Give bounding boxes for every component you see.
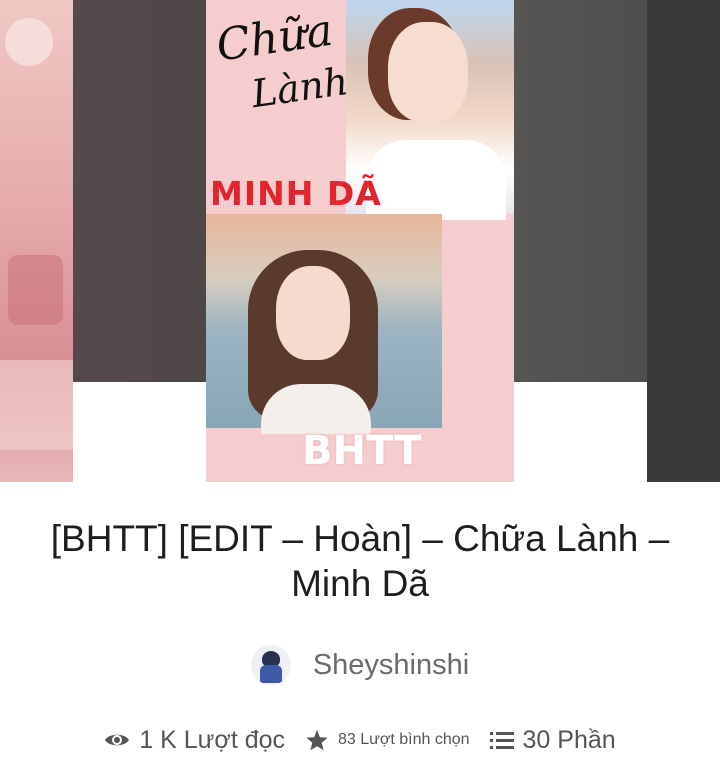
author-link[interactable]: Sheyshinshi <box>0 640 720 690</box>
next-cover[interactable] <box>647 0 720 482</box>
previous-cover[interactable] <box>0 0 73 482</box>
avatar[interactable] <box>250 645 291 685</box>
parts-count[interactable]: 30 Phần <box>523 726 616 755</box>
cover-carousel[interactable]: Chữa Lành MINH DÃ BHTT <box>0 0 720 482</box>
cover-decoration <box>0 360 73 450</box>
story-title: [BHTT] [EDIT – Hoàn] – Chữa Lành – Minh … <box>50 518 670 604</box>
cover-author-text: MINH DÃ <box>210 174 382 213</box>
cover-decoration <box>8 255 63 325</box>
eye-icon <box>105 734 130 746</box>
story-stats: 1 K Lượt đọc 83 Lượt bình chọn 30 Phần <box>0 720 720 760</box>
story-cover[interactable]: Chữa Lành MINH DÃ BHTT <box>206 0 514 482</box>
reads-stat: 1 K Lượt đọc <box>104 726 285 755</box>
author-name[interactable]: Sheyshinshi <box>313 649 469 682</box>
star-icon <box>306 729 328 750</box>
votes-count: 83 Lượt bình chọn <box>338 731 470 748</box>
cover-photo-bottom <box>206 214 442 434</box>
parts-stat[interactable]: 30 Phần <box>489 726 616 755</box>
votes-stat: 83 Lượt bình chọn <box>305 729 470 752</box>
cover-tag-text: BHTT <box>302 428 422 474</box>
cover-decoration <box>5 18 53 66</box>
reads-count: 1 K Lượt đọc <box>139 725 286 754</box>
cover-script-title: Chữa Lành <box>213 4 351 124</box>
list-icon <box>489 732 514 749</box>
